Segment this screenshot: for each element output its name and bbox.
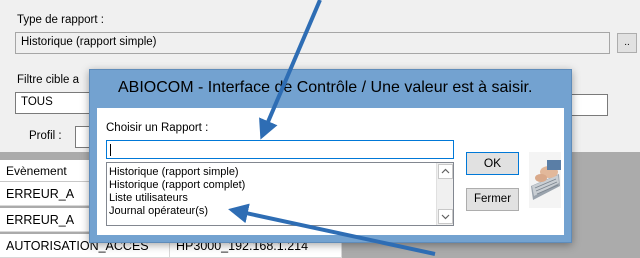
choose-report-dialog: ABIOCOM - Interface de Contrôle / Une va… bbox=[89, 69, 572, 243]
list-item[interactable]: Historique (rapport simple) bbox=[109, 166, 239, 179]
text-caret bbox=[110, 144, 111, 156]
chevron-up-icon bbox=[441, 168, 450, 174]
keyboard-icon bbox=[529, 152, 561, 208]
table-cell[interactable]: ERREUR_A bbox=[0, 208, 98, 232]
list-item[interactable]: Liste utilisateurs bbox=[109, 192, 188, 205]
table-cell[interactable]: ERREUR_A bbox=[0, 182, 98, 206]
browse-button[interactable]: .. bbox=[617, 33, 637, 53]
scroll-up-button[interactable] bbox=[438, 164, 453, 179]
chevron-down-icon bbox=[441, 214, 450, 220]
report-listbox[interactable]: Historique (rapport simple) Historique (… bbox=[106, 162, 454, 226]
type-rapport-label: Type de rapport : bbox=[17, 14, 104, 26]
report-input[interactable] bbox=[106, 140, 454, 159]
dialog-title: ABIOCOM - Interface de Contrôle / Une va… bbox=[118, 79, 533, 96]
profil-label: Profil : bbox=[29, 130, 62, 142]
ok-button[interactable]: OK bbox=[466, 152, 519, 175]
filtre-cible-label: Filtre cible a bbox=[17, 74, 79, 86]
choose-report-label: Choisir un Rapport : bbox=[106, 122, 209, 134]
list-item[interactable]: Historique (rapport complet) bbox=[109, 179, 245, 192]
listbox-scrollbar[interactable] bbox=[436, 163, 453, 225]
fermer-button[interactable]: Fermer bbox=[466, 188, 519, 211]
dialog-body: Choisir un Rapport : Historique (rapport… bbox=[97, 108, 564, 235]
column-header-evenement[interactable]: Evènement bbox=[0, 160, 98, 182]
list-item[interactable]: Journal opérateur(s) bbox=[109, 205, 208, 218]
type-rapport-field[interactable]: Historique (rapport simple) bbox=[15, 32, 610, 54]
filtre-cible-field[interactable]: TOUS bbox=[15, 92, 95, 114]
scroll-down-button[interactable] bbox=[438, 209, 453, 224]
